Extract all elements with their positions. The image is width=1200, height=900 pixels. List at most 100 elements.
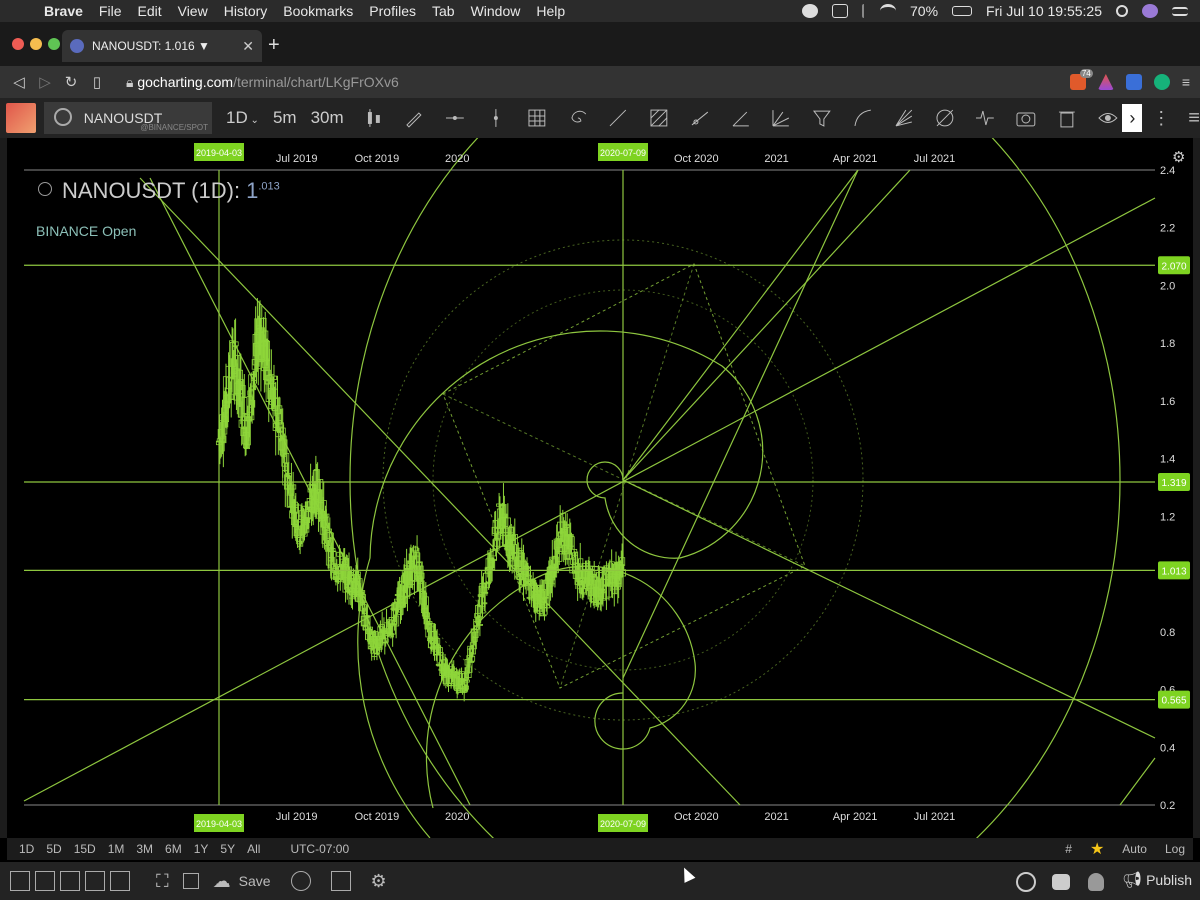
log-scale-button[interactable]: Log [1165,842,1185,856]
corner-line [1119,757,1156,806]
layout-single-icon[interactable] [10,871,30,891]
pattern-tool-icon[interactable] [648,107,670,129]
forward-icon[interactable]: ▷ [32,73,58,91]
grid-toggle-icon[interactable]: # [1065,842,1072,856]
tab-close-icon[interactable]: ✕ [242,38,254,55]
brave-shields-icon[interactable]: 74 [1069,69,1093,90]
curve-tool-icon[interactable] [852,107,874,129]
minimize-window-icon[interactable] [30,38,42,50]
layout-grid-icon[interactable] [110,871,130,891]
bookmark-icon[interactable]: ▯ [84,73,110,91]
candle-type-icon[interactable] [363,107,385,129]
chart-settings-icon[interactable]: ⚙ [1172,148,1185,166]
browser-menu-icon[interactable]: ≡ [1182,74,1190,90]
eye-icon[interactable] [1097,107,1119,129]
user-avatar-icon[interactable] [1142,4,1158,18]
megaphone-icon[interactable]: 📢︎ [1122,872,1142,889]
range-1y[interactable]: 1Y [194,842,209,856]
bug-report-icon[interactable] [1087,872,1104,891]
bluetooth-icon[interactable] [862,4,866,18]
indicator-icon[interactable] [974,107,996,129]
spotlight-icon[interactable] [1116,5,1128,17]
horizontal-line-icon[interactable] [444,107,466,129]
menu-tab[interactable]: Tab [432,3,455,19]
speed-arc-icon[interactable] [934,107,956,129]
hamburger-menu-icon[interactable]: ≡ [1188,107,1200,130]
timezone-label[interactable]: UTC-07:00 [290,842,349,856]
gocharting-logo[interactable] [6,103,36,133]
clock[interactable]: Fri Jul 10 19:55:25 [986,3,1102,19]
range-1d[interactable]: 1D [19,842,34,856]
grid-tool-icon[interactable] [526,107,548,129]
add-layout-icon[interactable] [330,871,351,891]
range-all[interactable]: All [247,842,260,856]
camera-icon[interactable] [1015,107,1037,129]
url-field[interactable]: 🔒︎ gocharting.com/terminal/chart/LKgFrOX… [126,74,399,91]
y-tick-label: 0.4 [1160,742,1175,754]
vertical-line-icon[interactable] [485,107,507,129]
layout-three-vertical-icon[interactable] [60,871,80,891]
save-button[interactable]: Save [239,873,271,889]
interval-30m-button[interactable]: 30m [311,108,344,128]
menu-bookmarks[interactable]: Bookmarks [283,3,353,19]
menu-app-name[interactable]: Brave [44,3,83,19]
range-5d[interactable]: 5D [46,842,61,856]
control-center-icon[interactable] [1172,6,1188,16]
more-vertical-icon[interactable]: ⋮ [1152,108,1170,129]
auto-scale-button[interactable]: Auto [1122,842,1147,856]
screen-icon[interactable] [832,4,848,18]
layout-rows-icon[interactable] [85,871,105,891]
interval-5m-button[interactable]: 5m [273,108,297,128]
range-1m[interactable]: 1M [108,842,125,856]
alert-clock-icon[interactable] [290,871,311,891]
reload-icon[interactable]: ↻ [58,73,84,91]
menu-history[interactable]: History [224,3,268,19]
new-tab-button[interactable]: + [268,34,280,57]
chart-drawings [23,138,1156,838]
angle-tool-icon[interactable] [730,107,752,129]
help-lifebuoy-icon[interactable] [1016,871,1037,892]
discord-icon[interactable] [1052,873,1071,890]
menu-file[interactable]: File [99,3,122,19]
fib-fan-tool-icon[interactable] [770,107,792,129]
pencil-icon[interactable] [403,107,425,129]
gann-fan-icon[interactable] [893,107,915,129]
range-6m[interactable]: 6M [165,842,182,856]
back-icon[interactable]: ◁ [6,73,32,91]
ray-tool-icon[interactable] [689,107,711,129]
settings-gear-icon[interactable]: ⚙ [371,871,387,892]
interval-dropdown[interactable]: 1D ⌄ [226,108,259,128]
close-window-icon[interactable] [12,38,24,50]
window-icon[interactable] [182,873,199,889]
x-tick-label-top: 2021 [764,153,788,165]
menu-view[interactable]: View [178,3,208,19]
menu-profiles[interactable]: Profiles [369,3,416,19]
fib-spiral-tool-icon[interactable] [567,107,589,129]
brave-rewards-icon[interactable] [1097,74,1114,90]
layout-two-vertical-icon[interactable] [35,871,55,891]
chart-canvas[interactable]: Jul 2019 Oct 2019 2020 Oct 2020 2021 Apr 2021… [0,138,1200,838]
cloud-icon[interactable]: ☁ [213,871,231,892]
range-3m[interactable]: 3M [136,842,153,856]
range-5y[interactable]: 5Y [220,842,235,856]
fullscreen-icon[interactable]: ⛶ [156,871,169,892]
browser-tab[interactable]: NANOUSDT: 1.016 ▼ ✕ [62,30,262,62]
publish-button[interactable]: Publish [1146,872,1192,888]
favorite-star-icon[interactable]: ★ [1090,839,1104,859]
range-15d[interactable]: 15D [74,842,96,856]
menu-edit[interactable]: Edit [137,3,161,19]
translate-extension-icon[interactable] [1125,74,1142,90]
wifi-icon[interactable] [880,4,896,18]
trash-icon[interactable] [1056,107,1078,129]
menu-help[interactable]: Help [536,3,565,19]
menu-window[interactable]: Window [471,3,521,19]
battery-icon[interactable] [952,6,973,16]
more-tools-chevron-icon[interactable]: › [1122,104,1143,132]
grammarly-extension-icon[interactable] [1153,74,1170,90]
horizontal-levels: 2.070 1.319 1.013 0.565 [24,256,1190,709]
maximize-window-icon[interactable] [48,38,60,50]
filter-icon[interactable] [811,107,833,129]
symbol-search-input[interactable]: NANOUSDT @BINANCE/SPOT [43,102,213,134]
skype-icon[interactable] [802,4,818,18]
trend-line-icon[interactable] [607,107,629,129]
